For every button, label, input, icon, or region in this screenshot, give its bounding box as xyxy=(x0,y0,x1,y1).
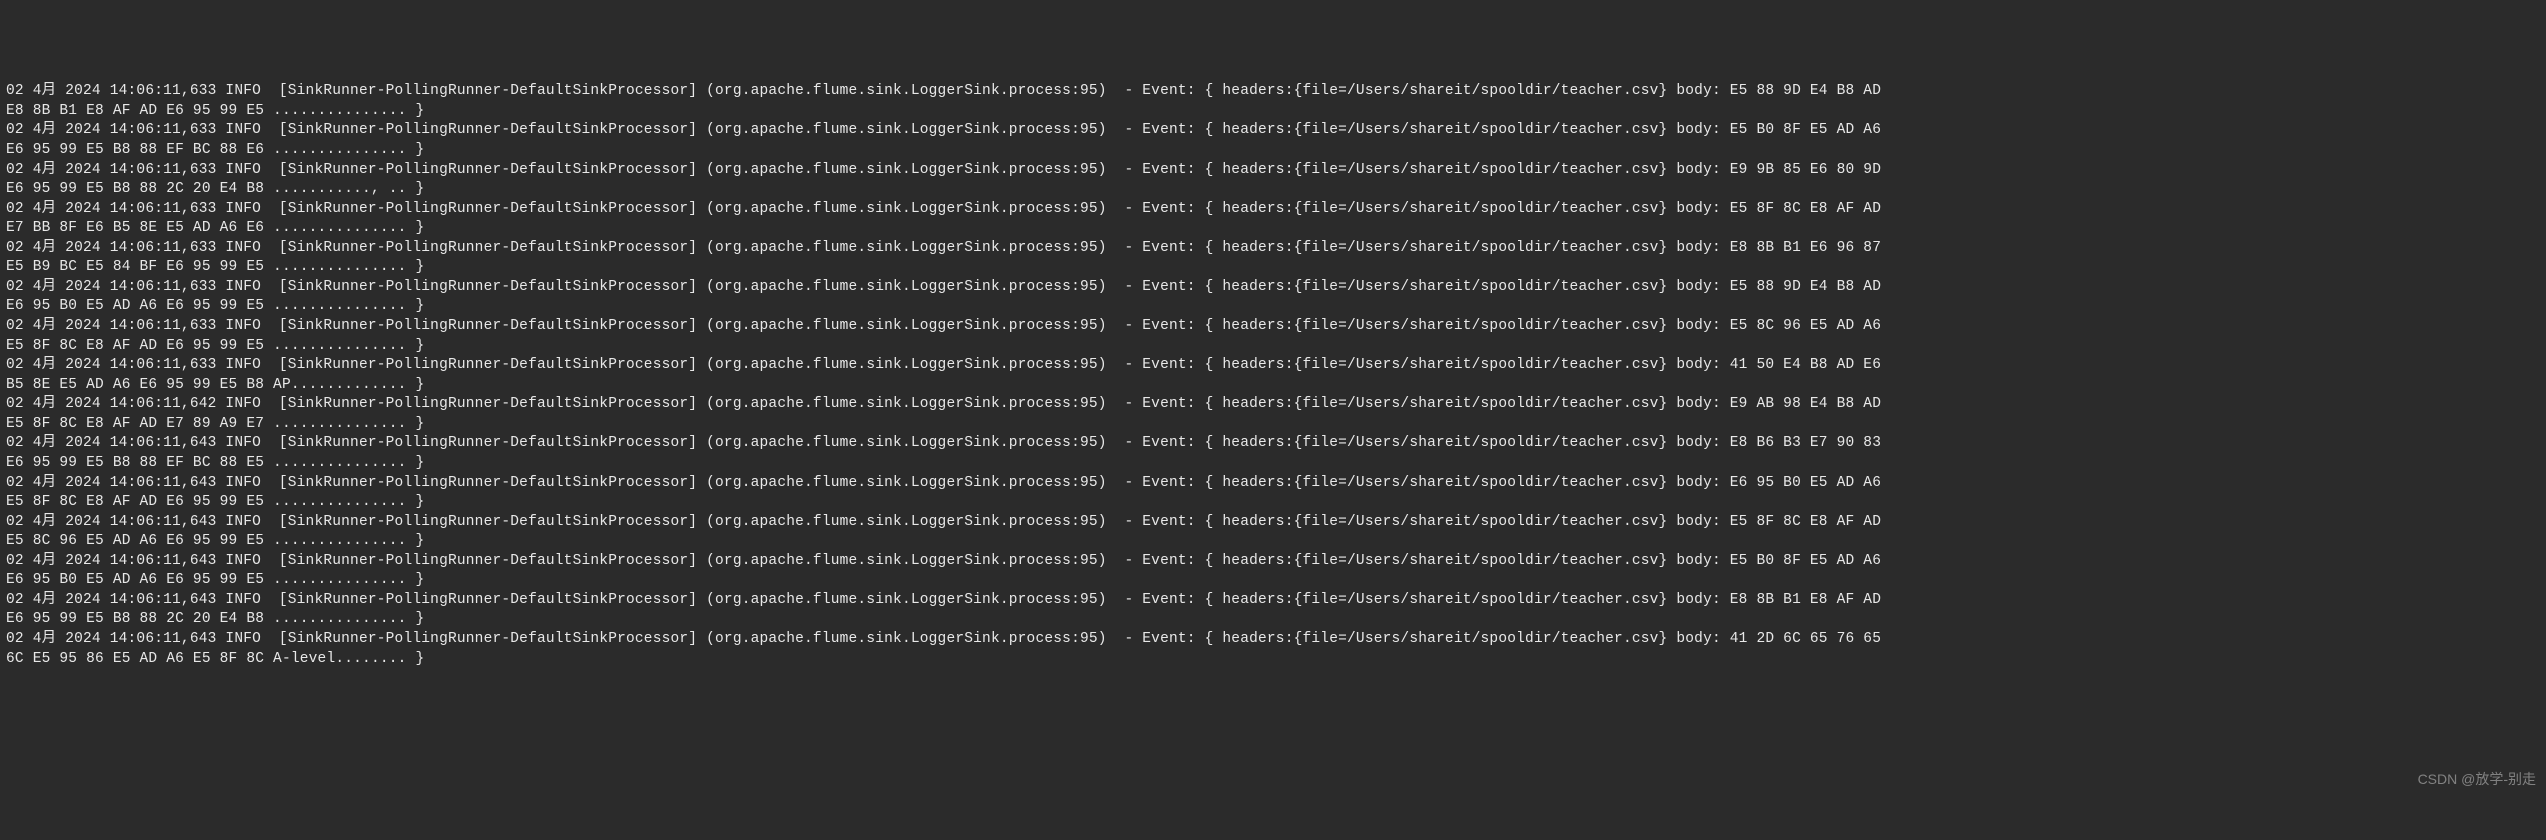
log-line-continuation: E5 8C 96 E5 AD A6 E6 95 99 E5 ..........… xyxy=(6,532,2540,552)
log-line: 02 4月 2024 14:06:11,643 INFO [SinkRunner… xyxy=(6,513,2540,533)
log-line-continuation: E5 8F 8C E8 AF AD E6 95 99 E5 ..........… xyxy=(6,493,2540,513)
log-line-continuation: E7 BB 8F E6 B5 8E E5 AD A6 E6 ..........… xyxy=(6,219,2540,239)
log-line: 02 4月 2024 14:06:11,633 INFO [SinkRunner… xyxy=(6,317,2540,337)
log-line: 02 4月 2024 14:06:11,643 INFO [SinkRunner… xyxy=(6,591,2540,611)
terminal-log-output: 02 4月 2024 14:06:11,633 INFO [SinkRunner… xyxy=(6,82,2540,669)
log-line: 02 4月 2024 14:06:11,643 INFO [SinkRunner… xyxy=(6,552,2540,572)
log-line-continuation: E5 8F 8C E8 AF AD E7 89 A9 E7 ..........… xyxy=(6,415,2540,435)
log-line: 02 4月 2024 14:06:11,633 INFO [SinkRunner… xyxy=(6,278,2540,298)
log-line: 02 4月 2024 14:06:11,633 INFO [SinkRunner… xyxy=(6,356,2540,376)
log-line: 02 4月 2024 14:06:11,643 INFO [SinkRunner… xyxy=(6,630,2540,650)
log-line-continuation: E6 95 99 E5 B8 88 EF BC 88 E6 ..........… xyxy=(6,141,2540,161)
log-line-continuation: B5 8E E5 AD A6 E6 95 99 E5 B8 AP........… xyxy=(6,376,2540,396)
log-line: 02 4月 2024 14:06:11,633 INFO [SinkRunner… xyxy=(6,200,2540,220)
log-line-continuation: E8 8B B1 E8 AF AD E6 95 99 E5 ..........… xyxy=(6,102,2540,122)
log-line-continuation: E6 95 99 E5 B8 88 EF BC 88 E5 ..........… xyxy=(6,454,2540,474)
log-line: 02 4月 2024 14:06:11,643 INFO [SinkRunner… xyxy=(6,434,2540,454)
watermark-text: CSDN @放学-别走 xyxy=(2418,770,2536,789)
log-line-continuation: 6C E5 95 86 E5 AD A6 E5 8F 8C A-level...… xyxy=(6,650,2540,670)
log-line-continuation: E6 95 B0 E5 AD A6 E6 95 99 E5 ..........… xyxy=(6,297,2540,317)
log-line-continuation: E6 95 99 E5 B8 88 2C 20 E4 B8 ..........… xyxy=(6,610,2540,630)
log-line: 02 4月 2024 14:06:11,643 INFO [SinkRunner… xyxy=(6,474,2540,494)
log-line-continuation: E6 95 99 E5 B8 88 2C 20 E4 B8 ..........… xyxy=(6,180,2540,200)
log-line: 02 4月 2024 14:06:11,633 INFO [SinkRunner… xyxy=(6,82,2540,102)
log-line: 02 4月 2024 14:06:11,633 INFO [SinkRunner… xyxy=(6,121,2540,141)
log-line: 02 4月 2024 14:06:11,633 INFO [SinkRunner… xyxy=(6,161,2540,181)
log-line: 02 4月 2024 14:06:11,642 INFO [SinkRunner… xyxy=(6,395,2540,415)
log-line-continuation: E5 B9 BC E5 84 BF E6 95 99 E5 ..........… xyxy=(6,258,2540,278)
log-line: 02 4月 2024 14:06:11,633 INFO [SinkRunner… xyxy=(6,239,2540,259)
log-line-continuation: E5 8F 8C E8 AF AD E6 95 99 E5 ..........… xyxy=(6,337,2540,357)
log-line-continuation: E6 95 B0 E5 AD A6 E6 95 99 E5 ..........… xyxy=(6,571,2540,591)
